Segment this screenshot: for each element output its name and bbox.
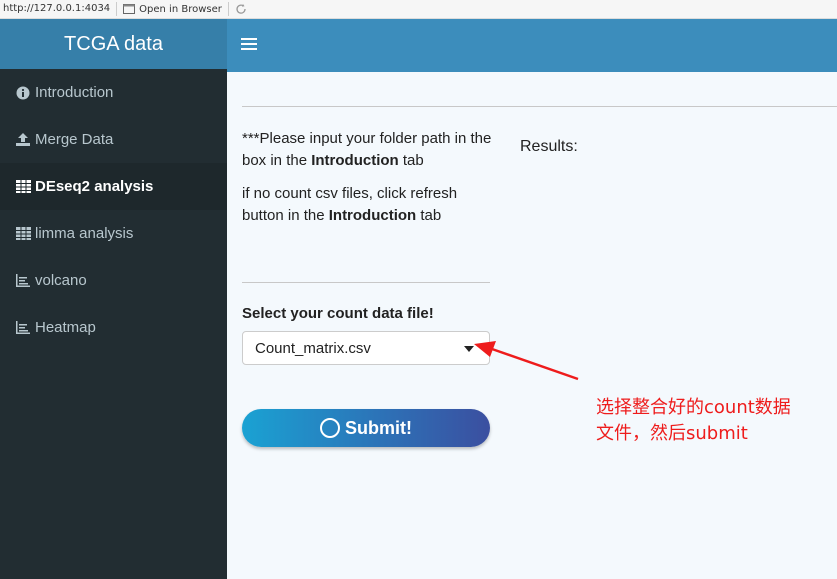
browser-bar: http://127.0.0.1:4034 Open in Browser bbox=[0, 0, 837, 19]
sidebar-item-label: Heatmap bbox=[35, 319, 96, 336]
circle-icon bbox=[320, 418, 340, 438]
refresh-note: if no count csv files, click refresh but… bbox=[242, 183, 492, 227]
sidebar-item-label: Merge Data bbox=[35, 131, 114, 148]
refresh-button[interactable] bbox=[229, 3, 247, 15]
upload-icon bbox=[15, 132, 31, 148]
select-value: Count_matrix.csv bbox=[255, 339, 371, 357]
annotation-line: 文件，然后submit bbox=[596, 423, 748, 444]
submit-label: Submit! bbox=[345, 417, 412, 438]
sidebar-item-merge-data[interactable]: Merge Data bbox=[0, 116, 227, 163]
sidebar-item-label: volcano bbox=[35, 272, 87, 289]
line-chart-icon bbox=[15, 320, 31, 336]
url-text[interactable]: http://127.0.0.1:4034 bbox=[0, 2, 118, 16]
divider bbox=[242, 106, 837, 107]
app-logo[interactable]: TCGA data bbox=[0, 19, 227, 69]
divider bbox=[242, 282, 490, 283]
sidebar-item-heatmap[interactable]: Heatmap bbox=[0, 304, 227, 351]
sidebar-item-limma-analysis[interactable]: limma analysis bbox=[0, 210, 227, 257]
info-circle-icon bbox=[15, 85, 31, 101]
select-label: Select your count data file! bbox=[242, 305, 434, 322]
main-content: ***Please input your folder path in the … bbox=[227, 72, 837, 579]
sidebar-item-deseq2-analysis[interactable]: DEseq2 analysis bbox=[0, 163, 227, 210]
sidebar-item-introduction[interactable]: Introduction bbox=[0, 69, 227, 116]
open-in-browser-label: Open in Browser bbox=[139, 3, 222, 15]
count-file-select[interactable]: Count_matrix.csv bbox=[242, 331, 490, 365]
annotation-text: 选择整合好的count数据 文件，然后submit bbox=[596, 395, 836, 447]
results-label: Results: bbox=[520, 138, 578, 155]
table-icon bbox=[15, 179, 31, 195]
sidebar-item-label: Introduction bbox=[35, 84, 114, 101]
open-in-browser-button[interactable]: Open in Browser bbox=[117, 2, 229, 16]
note-bold: Introduction bbox=[328, 207, 417, 224]
note-text: tab bbox=[398, 152, 424, 169]
folder-path-note: ***Please input your folder path in the … bbox=[242, 128, 492, 172]
note-text: tab bbox=[416, 207, 442, 224]
table-icon bbox=[15, 226, 31, 242]
top-navbar bbox=[227, 19, 837, 72]
sidebar-toggle-button[interactable] bbox=[241, 38, 257, 52]
annotation-arrow-icon bbox=[474, 341, 579, 381]
app-title: TCGA data bbox=[64, 32, 163, 55]
hamburger-line bbox=[241, 48, 257, 50]
annotation-line: 选择整合好的count数据 bbox=[596, 397, 791, 418]
sidebar-item-label: limma analysis bbox=[35, 225, 134, 242]
sidebar-item-volcano[interactable]: volcano bbox=[0, 257, 227, 304]
note-bold: Introduction bbox=[311, 152, 399, 169]
line-chart-icon bbox=[15, 273, 31, 289]
submit-button[interactable]: Submit! bbox=[242, 409, 490, 447]
window-icon bbox=[123, 4, 136, 14]
sidebar-item-label: DEseq2 analysis bbox=[35, 178, 154, 195]
sidebar: Introduction Merge Data DEseq2 analysis … bbox=[0, 69, 227, 579]
refresh-icon bbox=[236, 4, 246, 14]
hamburger-line bbox=[241, 43, 257, 45]
hamburger-line bbox=[241, 38, 257, 40]
